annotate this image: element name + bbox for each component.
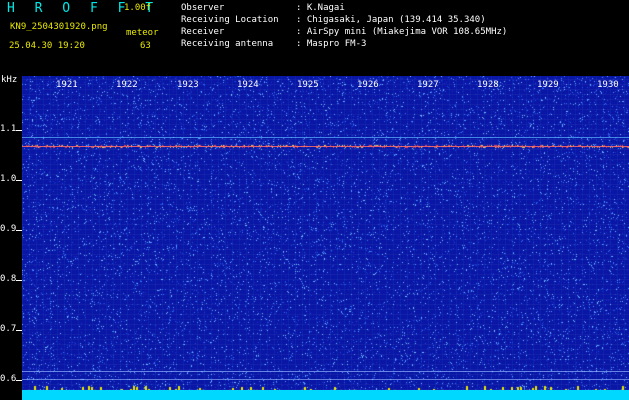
- carrier-line: [22, 146, 629, 147]
- x-tick-label: 1930: [597, 80, 619, 90]
- y-tick-label: 1.0: [0, 174, 17, 184]
- y-tick-label: 1.1: [0, 124, 17, 134]
- header-panel: H R O F F T 1.00f KN9_2504301920.png 25.…: [0, 0, 629, 76]
- y-tick-mark: [16, 180, 22, 181]
- x-tick-label: 1923: [177, 80, 199, 90]
- observer-value: : K.Nagai: [296, 3, 345, 13]
- location-label: Receiving Location: [181, 15, 279, 25]
- x-tick-label: 1928: [477, 80, 499, 90]
- capture-timestamp: 25.04.30 19:20: [9, 41, 85, 51]
- y-tick-mark: [16, 130, 22, 131]
- spectrogram-noise: [22, 76, 629, 400]
- x-tick-label: 1924: [237, 80, 259, 90]
- app-version: 1.00f: [124, 3, 152, 13]
- file-name: KN9_2504301920.png: [10, 22, 108, 32]
- meteor-label: meteor: [126, 28, 159, 38]
- antenna-value: : Maspro FM-3: [296, 39, 367, 49]
- reference-line-lower: [22, 371, 629, 372]
- meteor-count: 63: [140, 41, 151, 51]
- receiver-value: : AirSpy mini (Miakejima VOR 108.65MHz): [296, 27, 508, 37]
- signal-level-bar: [22, 390, 629, 400]
- reference-line-bottom: [22, 379, 629, 380]
- y-tick-mark: [16, 230, 22, 231]
- y-tick-label: 0.9: [0, 224, 17, 234]
- receiver-label: Receiver: [181, 27, 225, 37]
- y-tick-mark: [16, 330, 22, 331]
- reference-line-upper: [22, 137, 629, 138]
- y-tick-mark: [16, 380, 22, 381]
- x-tick-label: 1929: [537, 80, 559, 90]
- y-tick-mark: [16, 280, 22, 281]
- observer-label: Observer: [181, 3, 225, 13]
- y-axis-unit: kHz: [1, 75, 18, 85]
- x-tick-label: 1927: [417, 80, 439, 90]
- x-tick-label: 1921: [56, 80, 78, 90]
- x-tick-label: 1925: [297, 80, 319, 90]
- location-value: : Chigasaki, Japan (139.414 35.340): [296, 15, 486, 25]
- y-tick-label: 0.8: [0, 274, 17, 284]
- spectrogram-plot[interactable]: [22, 76, 629, 400]
- antenna-label: Receiving antenna: [181, 39, 274, 49]
- x-tick-label: 1926: [357, 80, 379, 90]
- y-tick-label: 0.7: [0, 324, 17, 334]
- x-tick-label: 1922: [116, 80, 138, 90]
- y-tick-label: 0.6: [0, 374, 17, 384]
